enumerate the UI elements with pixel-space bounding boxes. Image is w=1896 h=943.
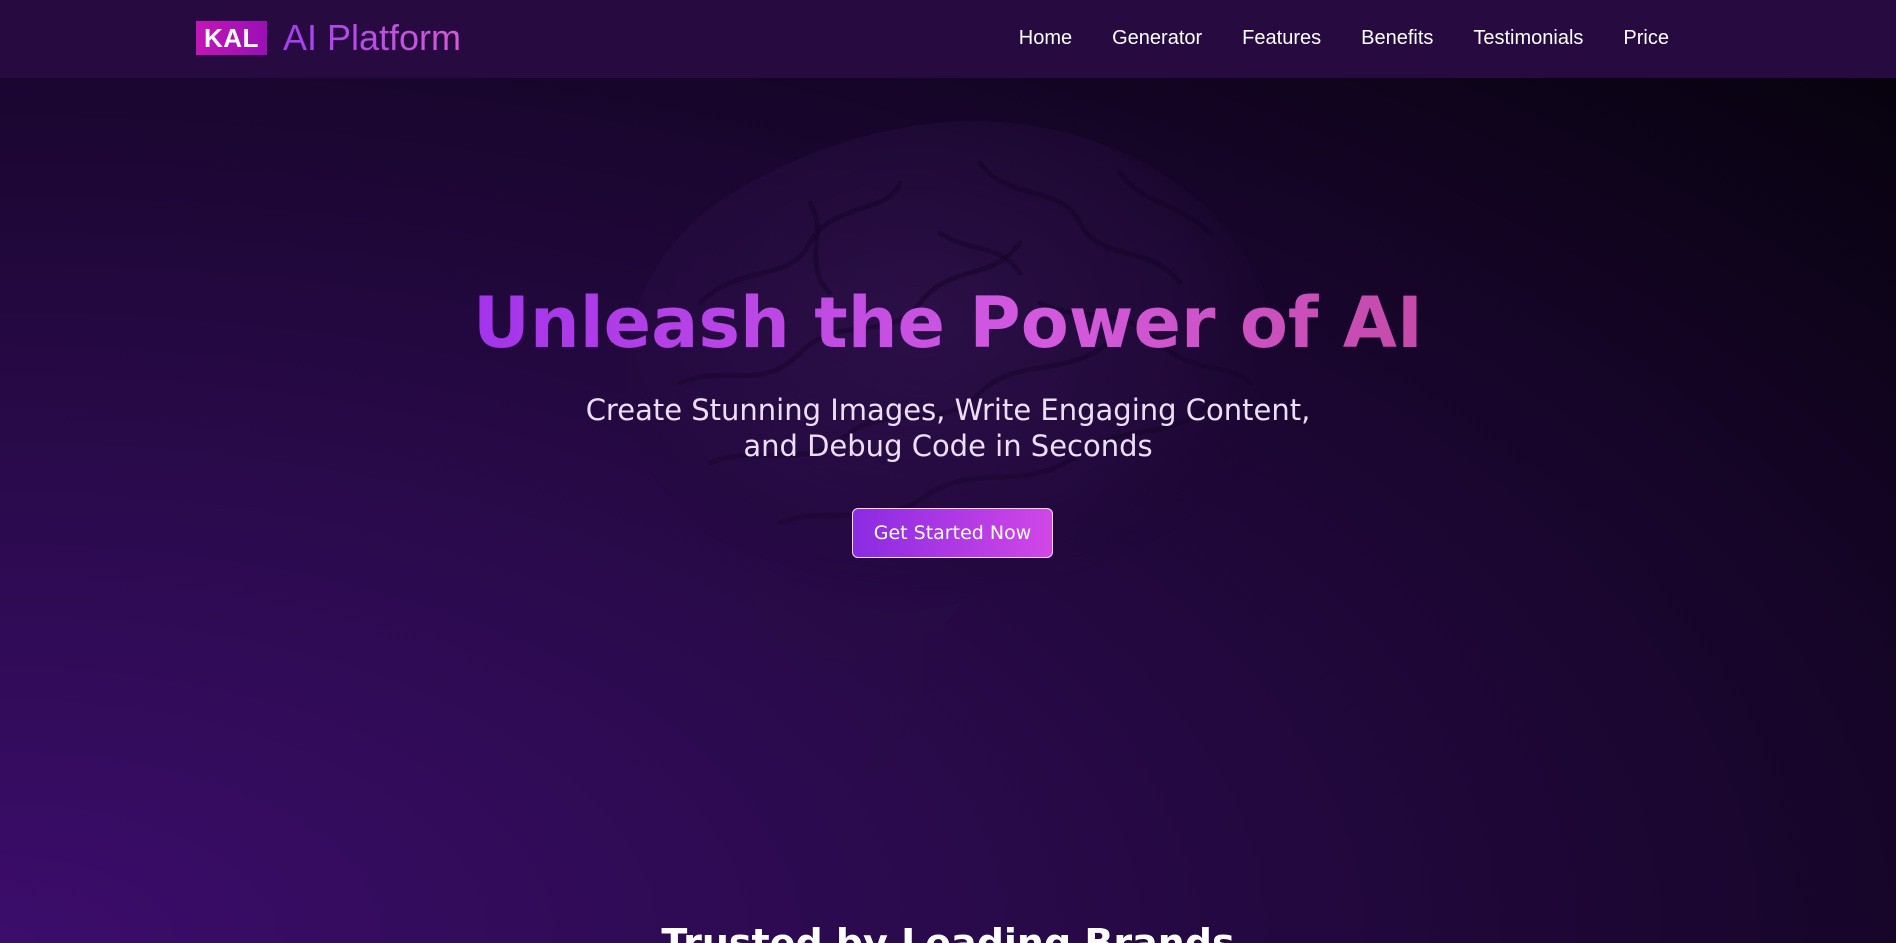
nav-link-benefits[interactable]: Benefits	[1361, 26, 1433, 50]
brand-logo[interactable]: KAL AI Platform	[196, 20, 461, 56]
hero-subtitle-line-1: Create Stunning Images, Write Engaging C…	[585, 393, 1311, 427]
landing-page: KAL AI Platform Home Generator Features …	[0, 0, 1896, 943]
nav-menu: Home Generator Features Benefits Testimo…	[1019, 26, 1669, 50]
brand-badge: KAL	[196, 21, 267, 55]
hero-subtitle-line-2: and Debug Code in Seconds	[743, 429, 1153, 463]
trusted-brands-heading: Trusted by Leading Brands	[661, 921, 1235, 943]
nav-link-generator[interactable]: Generator	[1112, 26, 1202, 50]
brand-name: AI Platform	[282, 17, 461, 58]
hero-subtitle: Create Stunning Images, Write Engaging C…	[0, 392, 1896, 464]
nav-link-home[interactable]: Home	[1019, 26, 1072, 50]
hero-section: Unleash the Power of AI Create Stunning …	[0, 78, 1896, 943]
nav-link-price[interactable]: Price	[1623, 26, 1669, 50]
navbar: KAL AI Platform Home Generator Features …	[0, 0, 1896, 78]
nav-link-testimonials[interactable]: Testimonials	[1473, 26, 1583, 50]
nav-link-features[interactable]: Features	[1242, 26, 1321, 50]
hero-title: Unleash the Power of AI	[0, 281, 1896, 365]
get-started-button[interactable]: Get Started Now	[852, 508, 1053, 558]
